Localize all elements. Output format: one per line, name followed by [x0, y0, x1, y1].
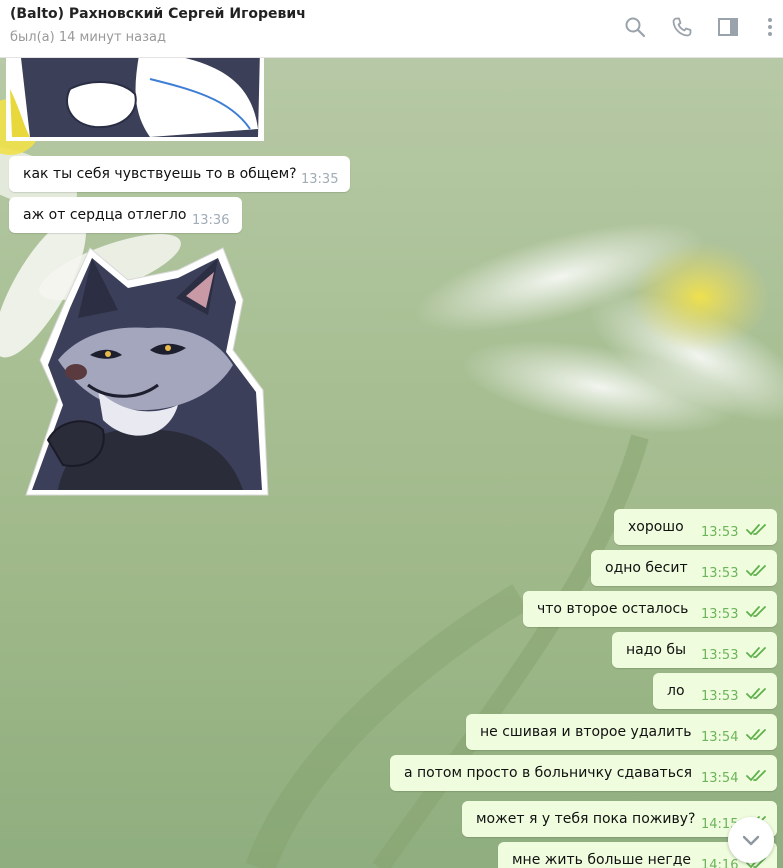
read-ticks-icon [746, 687, 768, 701]
scroll-to-bottom-button[interactable] [728, 817, 774, 863]
read-ticks-icon [746, 564, 768, 578]
read-ticks-icon [746, 646, 768, 660]
message-bubble[interactable]: не сшивая и второе удалить 13:54 [466, 714, 777, 750]
message-time: 13:53 [701, 566, 739, 581]
message-text: надо бы [626, 642, 687, 658]
read-ticks-icon [746, 605, 768, 619]
message-text: может я у тебя пока поживу? [476, 811, 696, 827]
message-text: мне жить больше негде [512, 852, 692, 868]
message-text: как ты себя чувствуешь то в общем? [23, 166, 297, 182]
message-time: 14:16 [701, 858, 739, 868]
message-time: 13:54 [701, 730, 739, 745]
message-time: 13:53 [701, 689, 739, 704]
message-bubble[interactable]: одно бесит 13:53 [591, 550, 777, 586]
read-ticks-icon [746, 523, 768, 537]
read-ticks-icon [746, 728, 768, 742]
message-bubble[interactable]: как ты себя чувствуешь то в общем? 13:35 [9, 156, 350, 192]
sidebar-toggle-icon[interactable] [716, 15, 740, 39]
read-ticks-icon [746, 769, 768, 783]
peer-name[interactable]: (Balto) Рахновский Сергей Игоревич [10, 6, 306, 22]
message-bubble[interactable]: аж от сердца отлегло 13:36 [9, 197, 242, 233]
message-time: 13:36 [192, 213, 230, 228]
chat-area[interactable]: как ты себя чувствуешь то в общем? 13:35… [0, 57, 783, 868]
message-bubble[interactable]: ло 13:53 [653, 673, 777, 709]
message-text: а потом просто в больничку сдаваться [404, 765, 693, 781]
message-text: не сшивая и второе удалить [480, 724, 692, 740]
message-time: 13:53 [701, 648, 739, 663]
phone-icon[interactable] [670, 15, 694, 39]
message-text: что второе осталось [537, 601, 689, 617]
message-bubble[interactable]: что второе осталось 13:53 [523, 591, 777, 627]
message-text: хорошо [628, 519, 684, 535]
peer-status: был(а) 14 минут назад [10, 30, 166, 45]
message-bubble[interactable]: надо бы 13:53 [612, 632, 777, 668]
message-text: аж от сердца отлегло [23, 207, 187, 223]
message-text: одно бесит [605, 560, 688, 576]
message-text: ло [667, 683, 685, 699]
message-time: 13:54 [701, 771, 739, 786]
message-time: 13:53 [701, 607, 739, 622]
more-icon[interactable] [758, 15, 782, 39]
message-time: 13:53 [701, 525, 739, 540]
message-time: 13:35 [301, 172, 339, 187]
chat-header: (Balto) Рахновский Сергей Игоревич был(а… [0, 0, 783, 58]
wolf-sticker[interactable] [0, 57, 268, 149]
chevron-down-icon [742, 835, 760, 846]
message-bubble[interactable]: а потом просто в больничку сдаваться 13:… [390, 755, 777, 791]
message-bubble[interactable]: хорошо 13:53 [614, 509, 777, 545]
wolf-sticker[interactable] [18, 240, 272, 500]
search-icon[interactable] [623, 15, 647, 39]
